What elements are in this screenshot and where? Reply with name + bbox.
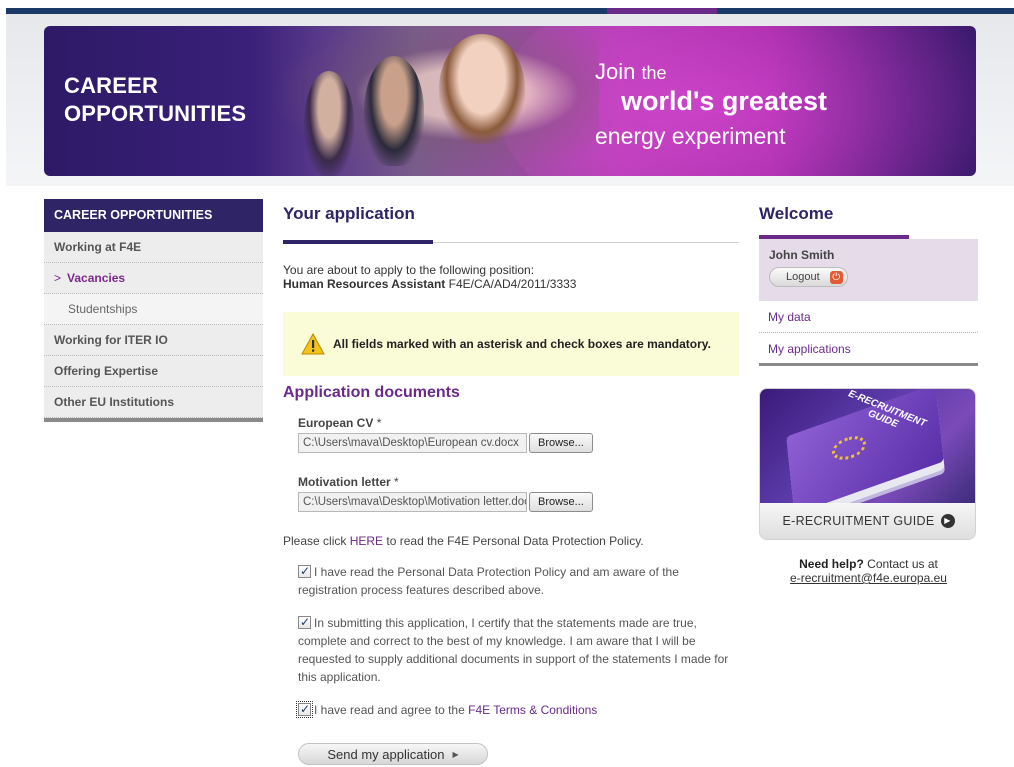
help-line: Need help? Contact us at bbox=[759, 557, 978, 571]
user-name: John Smith bbox=[769, 248, 835, 262]
intro-text: You are about to apply to the following … bbox=[283, 263, 535, 277]
guide-label[interactable]: E-RECRUITMENT GUIDE ▶ bbox=[760, 503, 975, 539]
guide-artwork: E-RECRUITMENT GUIDE bbox=[760, 389, 975, 515]
my-applications-link[interactable]: My applications bbox=[759, 333, 978, 366]
logout-label: Logout bbox=[786, 271, 820, 283]
nav-item-label: Vacancies bbox=[67, 271, 126, 285]
banner-title: CAREER OPPORTUNITIES bbox=[64, 72, 246, 128]
position-line: Human Resources Assistant F4E/CA/AD4/201… bbox=[283, 277, 739, 291]
application-documents: European CV * C:\Users\mava\Desktop\Euro… bbox=[283, 416, 739, 512]
send-application-button[interactable]: Send my application ▶ bbox=[298, 743, 488, 765]
check-terms-text: I have read and agree to the bbox=[314, 703, 465, 717]
user-box: John Smith Logout ⏻ bbox=[759, 239, 978, 301]
nav-item-studentships[interactable]: Studentships bbox=[44, 294, 263, 325]
nav-heading[interactable]: CAREER OPPORTUNITIES bbox=[44, 199, 263, 232]
banner-tagline-main: world's greatest bbox=[621, 86, 827, 116]
nav-item-working-at-f4e[interactable]: Working at F4E bbox=[44, 232, 263, 263]
check-policy-text: I have read the Personal Data Protection… bbox=[298, 565, 679, 597]
top-bar bbox=[0, 0, 1014, 14]
send-label: Send my application bbox=[327, 746, 445, 762]
welcome-title: Welcome bbox=[759, 204, 834, 223]
logout-button[interactable]: Logout ⏻ bbox=[769, 267, 848, 287]
page-title: Your application bbox=[283, 204, 415, 223]
letter-browse-button[interactable]: Browse... bbox=[529, 492, 593, 512]
policy-prefix: Please click bbox=[283, 534, 347, 548]
help-contact: Need help? Contact us at e-recruitment@f… bbox=[759, 557, 978, 585]
warning-icon bbox=[301, 333, 325, 355]
e-recruitment-guide-card[interactable]: E-RECRUITMENT GUIDE E-RECRUITMENT GUIDE … bbox=[759, 388, 976, 540]
career-banner[interactable]: CAREER OPPORTUNITIES Join the world's gr… bbox=[44, 26, 976, 176]
required-asterisk: * bbox=[394, 475, 399, 489]
letter-file-input[interactable]: C:\Users\mava\Desktop\Motivation letter.… bbox=[298, 492, 527, 512]
power-icon: ⏻ bbox=[829, 270, 843, 284]
left-navigation: CAREER OPPORTUNITIES Working at F4E > Vac… bbox=[44, 199, 263, 422]
play-circle-icon: ▶ bbox=[940, 514, 955, 528]
nav-item-other-eu-institutions[interactable]: Other EU Institutions bbox=[44, 387, 263, 418]
banner-title-line1: CAREER bbox=[64, 73, 159, 98]
nav-item-working-for-iter[interactable]: Working for ITER IO bbox=[44, 325, 263, 356]
position-intro: You are about to apply to the following … bbox=[283, 263, 739, 291]
guide-label-text: E-RECRUITMENT GUIDE bbox=[782, 514, 935, 528]
right-sidebar: Welcome John Smith Logout ⏻ My data My a… bbox=[759, 204, 978, 585]
title-underline bbox=[283, 233, 739, 244]
position-title: Human Resources Assistant bbox=[283, 277, 446, 291]
check-terms: I have read and agree to the F4E Terms &… bbox=[283, 700, 739, 719]
terms-checkbox[interactable] bbox=[296, 700, 313, 718]
cv-file-input[interactable]: C:\Users\mava\Desktop\European cv.docx bbox=[298, 433, 527, 453]
banner-tagline-end: energy experiment bbox=[595, 123, 786, 149]
nav-bottom-rule bbox=[44, 418, 263, 422]
title-underline-accent bbox=[283, 240, 433, 244]
policy-link[interactable]: HERE bbox=[350, 534, 383, 548]
play-arrow-icon: ▶ bbox=[452, 749, 459, 759]
check-policy: I have read the Personal Data Protection… bbox=[283, 562, 739, 599]
letter-file-row: C:\Users\mava\Desktop\Motivation letter.… bbox=[298, 492, 739, 512]
nav-item-vacancies[interactable]: > Vacancies bbox=[44, 263, 263, 294]
my-data-link[interactable]: My data bbox=[759, 301, 978, 333]
help-text: Contact us at bbox=[867, 557, 938, 571]
page: CAREER OPPORTUNITIES Join the world's gr… bbox=[0, 0, 1014, 767]
cv-label-text: European CV bbox=[298, 416, 374, 430]
top-accent-strip bbox=[607, 8, 717, 14]
welcome-underline-accent bbox=[759, 235, 909, 239]
policy-suffix: to read the F4E Personal Data Protection… bbox=[386, 534, 644, 548]
mandatory-notice: All fields marked with an asterisk and c… bbox=[283, 312, 739, 376]
help-email-link[interactable]: e-recruitment@f4e.europa.eu bbox=[759, 571, 978, 585]
banner-title-line2: OPPORTUNITIES bbox=[64, 101, 247, 126]
top-navy-strip bbox=[6, 8, 1014, 14]
banner-person bbox=[439, 34, 525, 144]
check-certify: In submitting this application, I certif… bbox=[283, 613, 739, 686]
main-content: Your application You are about to apply … bbox=[283, 204, 739, 765]
chevron-right-icon: > bbox=[54, 271, 62, 285]
help-bold: Need help? bbox=[799, 557, 864, 571]
cv-label: European CV * bbox=[298, 416, 739, 430]
position-reference: F4E/CA/AD4/2011/3333 bbox=[448, 277, 577, 291]
policy-checkbox[interactable] bbox=[298, 562, 311, 580]
banner-tagline-the: the bbox=[641, 63, 667, 83]
required-asterisk: * bbox=[376, 416, 382, 430]
cv-browse-button[interactable]: Browse... bbox=[529, 433, 593, 453]
letter-label: Motivation letter * bbox=[298, 475, 739, 489]
banner-person bbox=[364, 56, 424, 166]
banner-tagline-join: Join the bbox=[595, 59, 667, 85]
letter-label-text: Motivation letter bbox=[298, 475, 391, 489]
certify-checkbox[interactable] bbox=[298, 613, 311, 631]
banner-person bbox=[304, 71, 354, 176]
notice-text: All fields marked with an asterisk and c… bbox=[333, 337, 711, 351]
docs-title: Application documents bbox=[283, 384, 460, 401]
check-certify-text: In submitting this application, I certif… bbox=[298, 616, 729, 684]
nav-item-offering-expertise[interactable]: Offering Expertise bbox=[44, 356, 263, 387]
banner-tagline-join-word: Join bbox=[595, 59, 636, 84]
welcome-underline bbox=[759, 230, 978, 239]
terms-link[interactable]: F4E Terms & Conditions bbox=[468, 703, 597, 717]
policy-notice: Please click HERE to read the F4E Person… bbox=[283, 534, 739, 548]
cv-file-row: C:\Users\mava\Desktop\European cv.docx B… bbox=[298, 433, 739, 453]
